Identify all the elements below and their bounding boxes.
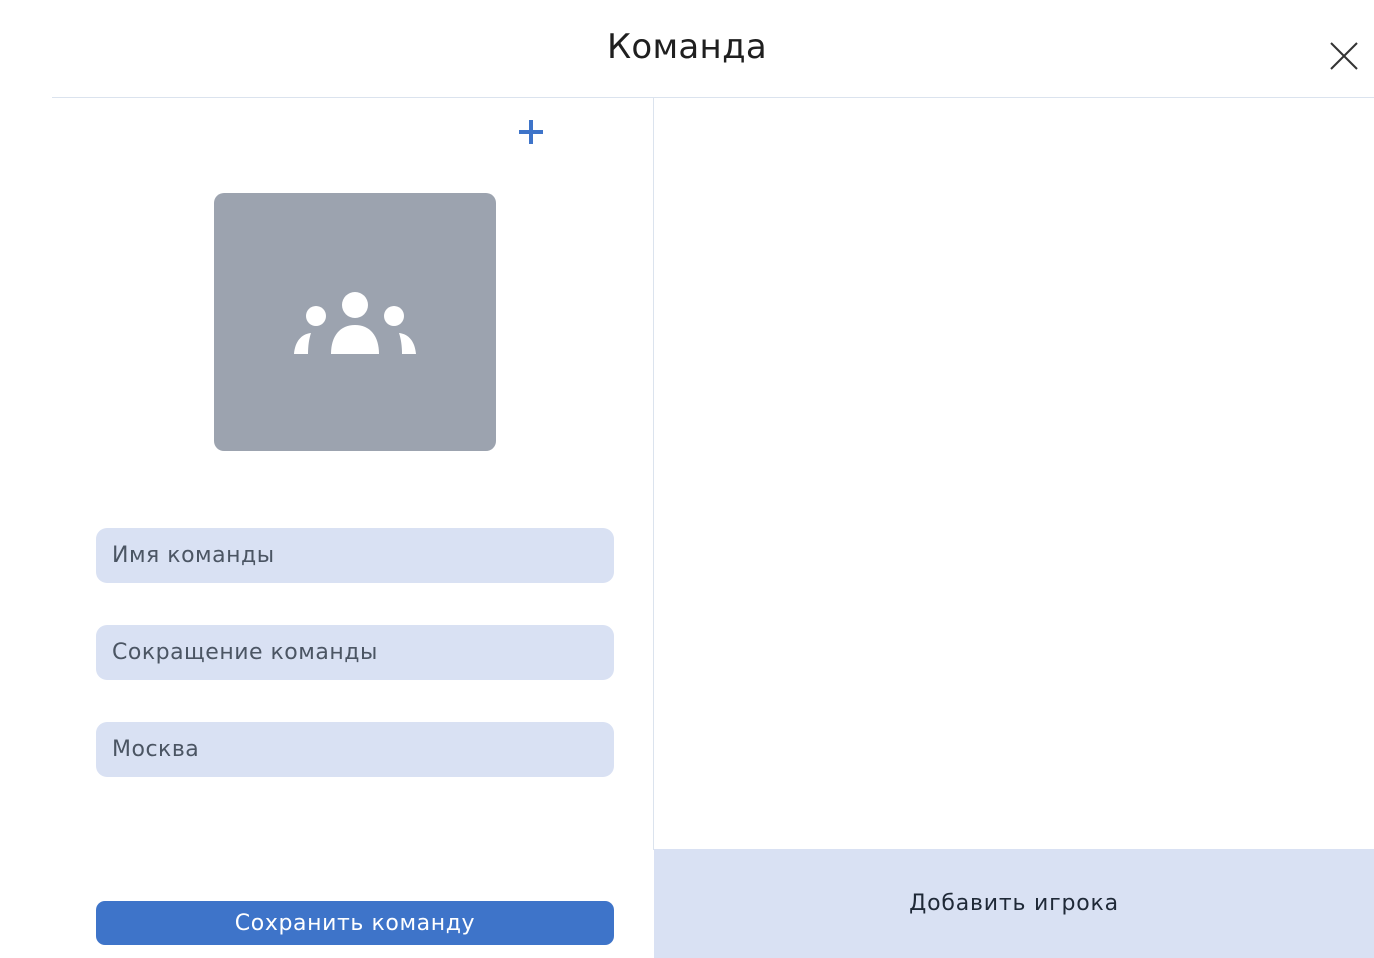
team-icon (294, 292, 416, 354)
team-short-name-input[interactable] (96, 625, 614, 680)
plus-icon (519, 120, 543, 144)
close-icon (1330, 42, 1358, 70)
close-button[interactable] (1328, 40, 1360, 72)
save-team-button[interactable]: Сохранить команду (96, 901, 614, 945)
header-divider (52, 97, 1374, 98)
column-divider (653, 98, 654, 850)
city-input[interactable] (96, 722, 614, 777)
add-photo-button[interactable] (515, 116, 547, 148)
modal-title: Команда (606, 27, 768, 67)
add-player-button[interactable]: Добавить игрока (654, 849, 1374, 958)
team-modal: Команда Сохранить команду Добавить игрок… (0, 0, 1374, 958)
team-logo-placeholder[interactable] (214, 193, 496, 451)
team-name-input[interactable] (96, 528, 614, 583)
